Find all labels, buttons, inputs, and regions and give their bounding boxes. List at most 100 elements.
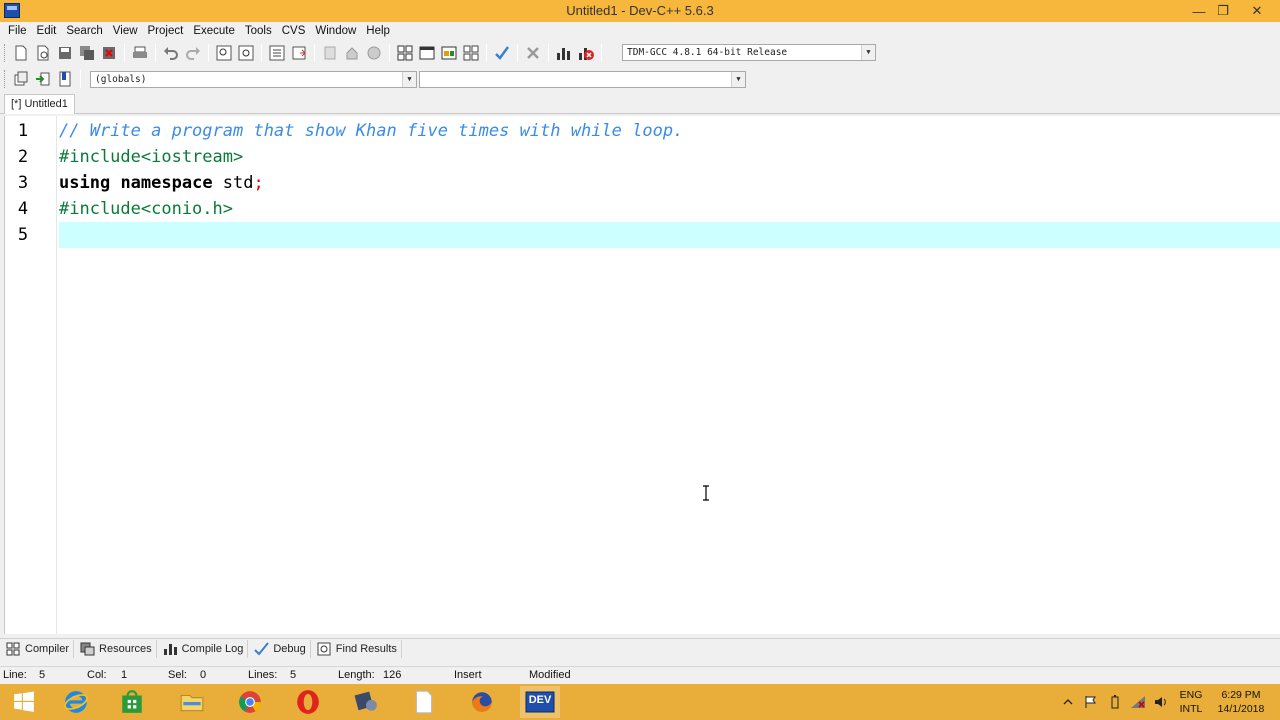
- code-line[interactable]: using namespace std;: [59, 170, 1280, 196]
- replace-button[interactable]: [236, 43, 256, 63]
- checkmark-icon: [495, 46, 510, 60]
- resources-icon: [80, 642, 95, 655]
- find-next-button[interactable]: [267, 43, 287, 63]
- window-title: Untitled1 - Dev-C++ 5.6.3: [566, 3, 714, 18]
- menu-help[interactable]: Help: [361, 22, 395, 40]
- taskbar-store[interactable]: [112, 686, 152, 718]
- status-lines-label: Lines:: [248, 669, 278, 681]
- toggle-bookmark-button[interactable]: [33, 69, 53, 89]
- insert-button[interactable]: [11, 69, 31, 89]
- tab-debug[interactable]: Debug: [252, 639, 311, 658]
- member-select[interactable]: ▼: [419, 71, 746, 88]
- stop-execution-button[interactable]: [523, 43, 543, 63]
- close-file-button[interactable]: [99, 43, 119, 63]
- store-icon: [122, 690, 142, 713]
- language-indicator[interactable]: ENG INTL: [1172, 688, 1210, 716]
- tab-resources[interactable]: Resources: [78, 639, 157, 658]
- taskbar-chrome[interactable]: [230, 686, 270, 718]
- preprocessor-text: #include<conio.h>: [59, 199, 233, 219]
- code-line[interactable]: #include<iostream>: [59, 144, 1280, 170]
- tab-compiler[interactable]: Compiler: [4, 639, 75, 658]
- delete-profile-button[interactable]: [576, 43, 596, 63]
- menu-tools[interactable]: Tools: [240, 22, 277, 40]
- maximize-button[interactable]: ❐: [1208, 0, 1238, 22]
- start-button[interactable]: [4, 686, 44, 718]
- tab-untitled1[interactable]: [*] Untitled1: [4, 94, 75, 114]
- menu-view[interactable]: View: [108, 22, 143, 40]
- taskbar-app-settings[interactable]: [346, 686, 386, 718]
- compile-button[interactable]: [395, 43, 415, 63]
- compile-run-button[interactable]: [439, 43, 459, 63]
- code-line[interactable]: #include<conio.h>: [59, 196, 1280, 222]
- save-button[interactable]: [55, 43, 75, 63]
- goto-line-button[interactable]: [289, 43, 309, 63]
- find-results-icon: [317, 642, 331, 655]
- forward-button[interactable]: [342, 43, 362, 63]
- tab-compile-log[interactable]: Compile Log: [161, 639, 249, 658]
- undo-button[interactable]: [161, 43, 181, 63]
- close-button[interactable]: ✕: [1242, 0, 1272, 22]
- run-button[interactable]: [417, 43, 437, 63]
- code-area[interactable]: // Write a program that show Khan five t…: [59, 116, 1280, 634]
- toolbar-grip[interactable]: [4, 44, 7, 62]
- tools-icon: [354, 691, 377, 711]
- code-editor[interactable]: 1 2 3 4 5 // Write a program that show K…: [4, 116, 1280, 634]
- volume-icon[interactable]: [1154, 695, 1168, 709]
- new-file-button[interactable]: [11, 43, 31, 63]
- menu-project[interactable]: Project: [143, 22, 189, 40]
- toolbar-separator: [124, 44, 125, 62]
- menu-execute[interactable]: Execute: [188, 22, 240, 40]
- menu-window[interactable]: Window: [310, 22, 361, 40]
- taskbar-opera[interactable]: [288, 686, 328, 718]
- tab-find-results[interactable]: Find Results: [315, 639, 402, 658]
- compile-run-icon: [441, 46, 457, 60]
- menu-cvs[interactable]: CVS: [277, 22, 311, 40]
- print-icon: [133, 46, 147, 58]
- compiler-select[interactable]: TDM-GCC 4.8.1 64-bit Release ▼: [622, 44, 876, 61]
- ibeam-cursor-icon: [703, 485, 709, 501]
- line-number: 2: [17, 147, 29, 167]
- rebuild-button[interactable]: [461, 43, 481, 63]
- compiler-select-value: TDM-GCC 4.8.1 64-bit Release: [627, 47, 788, 58]
- opera-icon: [297, 690, 319, 714]
- save-all-button[interactable]: [77, 43, 97, 63]
- identifier-text: std: [212, 173, 254, 193]
- taskbar-internet-explorer[interactable]: [56, 686, 96, 718]
- print-button[interactable]: [130, 43, 150, 63]
- bookmark-button[interactable]: [364, 43, 384, 63]
- taskbar-notepad[interactable]: [404, 686, 444, 718]
- back-button[interactable]: [320, 43, 340, 63]
- clock[interactable]: 6:29 PM 14/1/2018: [1212, 688, 1270, 716]
- menu-edit[interactable]: Edit: [32, 22, 62, 40]
- code-line[interactable]: // Write a program that show Khan five t…: [59, 118, 1280, 144]
- active-code-line[interactable]: [59, 222, 1280, 248]
- scope-select[interactable]: (globals) ▼: [90, 71, 417, 88]
- menu-file[interactable]: File: [3, 22, 32, 40]
- taskbar-firefox[interactable]: [462, 686, 502, 718]
- taskbar-file-explorer[interactable]: [172, 686, 212, 718]
- chevron-down-icon: ▼: [861, 45, 875, 60]
- find-button[interactable]: [214, 43, 234, 63]
- open-file-button[interactable]: [33, 43, 53, 63]
- chevron-up-icon[interactable]: [1062, 696, 1074, 708]
- title-bar: Untitled1 - Dev-C++ 5.6.3 — ❐ ✕: [0, 0, 1280, 22]
- toolbar-separator: [389, 44, 390, 62]
- flag-icon[interactable]: [1084, 695, 1098, 709]
- goto-bookmark-button[interactable]: [55, 69, 75, 89]
- toolbar-separator: [208, 44, 209, 62]
- redo-button[interactable]: [183, 43, 203, 63]
- taskbar-devcpp[interactable]: DEV: [520, 686, 560, 718]
- toolbar-grip[interactable]: [4, 70, 7, 88]
- line-number: 3: [17, 173, 29, 193]
- clock-date: 14/1/2018: [1217, 703, 1265, 715]
- menu-search[interactable]: Search: [61, 22, 107, 40]
- folder-icon: [180, 694, 204, 712]
- profile-button[interactable]: [554, 43, 574, 63]
- line-number: 4: [17, 199, 29, 219]
- syntax-check-button[interactable]: [492, 43, 512, 63]
- preprocessor-text: #include<iostream>: [59, 147, 244, 167]
- document-icon: [415, 690, 433, 714]
- network-icon[interactable]: [1130, 695, 1146, 709]
- battery-icon[interactable]: [1108, 695, 1122, 709]
